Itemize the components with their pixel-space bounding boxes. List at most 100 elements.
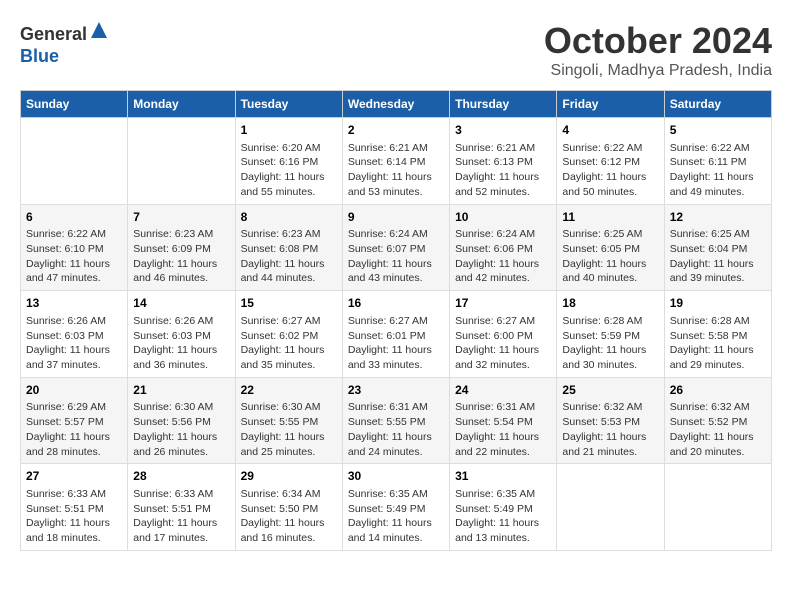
day-info: Sunrise: 6:35 AM Sunset: 5:49 PM Dayligh… <box>348 487 444 546</box>
logo-general: General <box>20 24 87 44</box>
day-info: Sunrise: 6:31 AM Sunset: 5:54 PM Dayligh… <box>455 400 551 459</box>
day-number: 16 <box>348 295 444 312</box>
calendar-cell: 25Sunrise: 6:32 AM Sunset: 5:53 PM Dayli… <box>557 377 664 464</box>
calendar-body: 1 Sunrise: 6:20 AM Sunset: 6:16 PM Daylig… <box>21 118 772 551</box>
calendar-cell: 28 Sunrise: 6:33 AM Sunset: 5:51 PM Dayli… <box>128 464 235 551</box>
day-info: Sunrise: 6:35 AM Sunset: 5:49 PM Dayligh… <box>455 487 551 546</box>
day-info: Sunrise: 6:27 AM Sunset: 6:01 PM Dayligh… <box>348 314 444 373</box>
calendar-header: SundayMondayTuesdayWednesdayThursdayFrid… <box>21 91 772 118</box>
day-number: 5 <box>670 122 766 139</box>
day-number: 13 <box>26 295 122 312</box>
day-info: Sunrise: 6:32 AM Sunset: 5:53 PM Dayligh… <box>562 400 658 459</box>
day-number: 24 <box>455 382 551 399</box>
header-day-saturday: Saturday <box>664 91 771 118</box>
day-number: 20 <box>26 382 122 399</box>
calendar-cell: 10Sunrise: 6:24 AM Sunset: 6:06 PM Dayli… <box>450 204 557 291</box>
day-number: 11 <box>562 209 658 226</box>
calendar-cell: 14 Sunrise: 6:26 AM Sunset: 6:03 PM Dayli… <box>128 291 235 378</box>
logo-icon <box>89 20 109 40</box>
day-number: 25 <box>562 382 658 399</box>
day-info: Sunrise: 6:20 AM Sunset: 6:16 PM Dayligh… <box>241 141 337 200</box>
day-number: 19 <box>670 295 766 312</box>
day-info: Sunrise: 6:27 AM Sunset: 6:02 PM Dayligh… <box>241 314 337 373</box>
calendar-cell: 1 Sunrise: 6:20 AM Sunset: 6:16 PM Daylig… <box>235 118 342 205</box>
day-info: Sunrise: 6:25 AM Sunset: 6:05 PM Dayligh… <box>562 227 658 286</box>
calendar-week-4: 20Sunrise: 6:29 AM Sunset: 5:57 PM Dayli… <box>21 377 772 464</box>
day-number: 27 <box>26 468 122 485</box>
calendar-cell: 31 Sunrise: 6:35 AM Sunset: 5:49 PM Dayli… <box>450 464 557 551</box>
day-info: Sunrise: 6:31 AM Sunset: 5:55 PM Dayligh… <box>348 400 444 459</box>
calendar-cell: 12Sunrise: 6:25 AM Sunset: 6:04 PM Dayli… <box>664 204 771 291</box>
day-info: Sunrise: 6:22 AM Sunset: 6:10 PM Dayligh… <box>26 227 122 286</box>
calendar-cell: 29Sunrise: 6:34 AM Sunset: 5:50 PM Dayli… <box>235 464 342 551</box>
header-day-thursday: Thursday <box>450 91 557 118</box>
calendar-cell: 4Sunrise: 6:22 AM Sunset: 6:12 PM Daylig… <box>557 118 664 205</box>
calendar-cell <box>664 464 771 551</box>
header-day-wednesday: Wednesday <box>342 91 449 118</box>
title-block: October 2024 Singoli, Madhya Pradesh, In… <box>544 20 772 80</box>
calendar-cell: 22Sunrise: 6:30 AM Sunset: 5:55 PM Dayli… <box>235 377 342 464</box>
calendar-week-3: 13 Sunrise: 6:26 AM Sunset: 6:03 PM Dayli… <box>21 291 772 378</box>
day-number: 17 <box>455 295 551 312</box>
day-info: Sunrise: 6:34 AM Sunset: 5:50 PM Dayligh… <box>241 487 337 546</box>
day-info: Sunrise: 6:26 AM Sunset: 6:03 PM Dayligh… <box>26 314 122 373</box>
day-info: Sunrise: 6:30 AM Sunset: 5:56 PM Dayligh… <box>133 400 229 459</box>
day-info: Sunrise: 6:25 AM Sunset: 6:04 PM Dayligh… <box>670 227 766 286</box>
calendar-cell: 3 Sunrise: 6:21 AM Sunset: 6:13 PM Daylig… <box>450 118 557 205</box>
day-info: Sunrise: 6:27 AM Sunset: 6:00 PM Dayligh… <box>455 314 551 373</box>
day-number: 23 <box>348 382 444 399</box>
day-number: 12 <box>670 209 766 226</box>
day-info: Sunrise: 6:21 AM Sunset: 6:14 PM Dayligh… <box>348 141 444 200</box>
day-info: Sunrise: 6:28 AM Sunset: 5:58 PM Dayligh… <box>670 314 766 373</box>
day-info: Sunrise: 6:23 AM Sunset: 6:09 PM Dayligh… <box>133 227 229 286</box>
logo-blue: Blue <box>20 46 59 66</box>
calendar-cell: 9Sunrise: 6:24 AM Sunset: 6:07 PM Daylig… <box>342 204 449 291</box>
day-info: Sunrise: 6:32 AM Sunset: 5:52 PM Dayligh… <box>670 400 766 459</box>
calendar-cell <box>128 118 235 205</box>
day-number: 3 <box>455 122 551 139</box>
month-title: October 2024 <box>544 20 772 62</box>
day-info: Sunrise: 6:33 AM Sunset: 5:51 PM Dayligh… <box>133 487 229 546</box>
day-info: Sunrise: 6:26 AM Sunset: 6:03 PM Dayligh… <box>133 314 229 373</box>
calendar-cell: 5 Sunrise: 6:22 AM Sunset: 6:11 PM Daylig… <box>664 118 771 205</box>
day-number: 9 <box>348 209 444 226</box>
page-header: General Blue October 2024 Singoli, Madhy… <box>20 20 772 80</box>
calendar-cell: 11Sunrise: 6:25 AM Sunset: 6:05 PM Dayli… <box>557 204 664 291</box>
calendar-cell: 21Sunrise: 6:30 AM Sunset: 5:56 PM Dayli… <box>128 377 235 464</box>
day-number: 21 <box>133 382 229 399</box>
calendar-cell <box>557 464 664 551</box>
calendar-cell: 15 Sunrise: 6:27 AM Sunset: 6:02 PM Dayli… <box>235 291 342 378</box>
day-number: 22 <box>241 382 337 399</box>
day-number: 30 <box>348 468 444 485</box>
day-number: 14 <box>133 295 229 312</box>
calendar-cell: 23Sunrise: 6:31 AM Sunset: 5:55 PM Dayli… <box>342 377 449 464</box>
header-row: SundayMondayTuesdayWednesdayThursdayFrid… <box>21 91 772 118</box>
calendar-week-5: 27 Sunrise: 6:33 AM Sunset: 5:51 PM Dayli… <box>21 464 772 551</box>
day-number: 28 <box>133 468 229 485</box>
calendar-cell: 19 Sunrise: 6:28 AM Sunset: 5:58 PM Dayli… <box>664 291 771 378</box>
day-info: Sunrise: 6:21 AM Sunset: 6:13 PM Dayligh… <box>455 141 551 200</box>
location-title: Singoli, Madhya Pradesh, India <box>544 62 772 80</box>
calendar-week-2: 6Sunrise: 6:22 AM Sunset: 6:10 PM Daylig… <box>21 204 772 291</box>
day-number: 15 <box>241 295 337 312</box>
calendar-table: SundayMondayTuesdayWednesdayThursdayFrid… <box>20 90 772 551</box>
day-info: Sunrise: 6:24 AM Sunset: 6:06 PM Dayligh… <box>455 227 551 286</box>
day-number: 1 <box>241 122 337 139</box>
calendar-week-1: 1 Sunrise: 6:20 AM Sunset: 6:16 PM Daylig… <box>21 118 772 205</box>
day-number: 7 <box>133 209 229 226</box>
header-day-monday: Monday <box>128 91 235 118</box>
day-info: Sunrise: 6:22 AM Sunset: 6:11 PM Dayligh… <box>670 141 766 200</box>
header-day-tuesday: Tuesday <box>235 91 342 118</box>
calendar-cell: 13 Sunrise: 6:26 AM Sunset: 6:03 PM Dayli… <box>21 291 128 378</box>
calendar-cell: 6Sunrise: 6:22 AM Sunset: 6:10 PM Daylig… <box>21 204 128 291</box>
calendar-cell: 27Sunrise: 6:33 AM Sunset: 5:51 PM Dayli… <box>21 464 128 551</box>
day-number: 18 <box>562 295 658 312</box>
day-number: 26 <box>670 382 766 399</box>
day-info: Sunrise: 6:23 AM Sunset: 6:08 PM Dayligh… <box>241 227 337 286</box>
header-day-sunday: Sunday <box>21 91 128 118</box>
day-number: 31 <box>455 468 551 485</box>
day-number: 2 <box>348 122 444 139</box>
day-number: 6 <box>26 209 122 226</box>
day-number: 8 <box>241 209 337 226</box>
calendar-cell: 17 Sunrise: 6:27 AM Sunset: 6:00 PM Dayli… <box>450 291 557 378</box>
